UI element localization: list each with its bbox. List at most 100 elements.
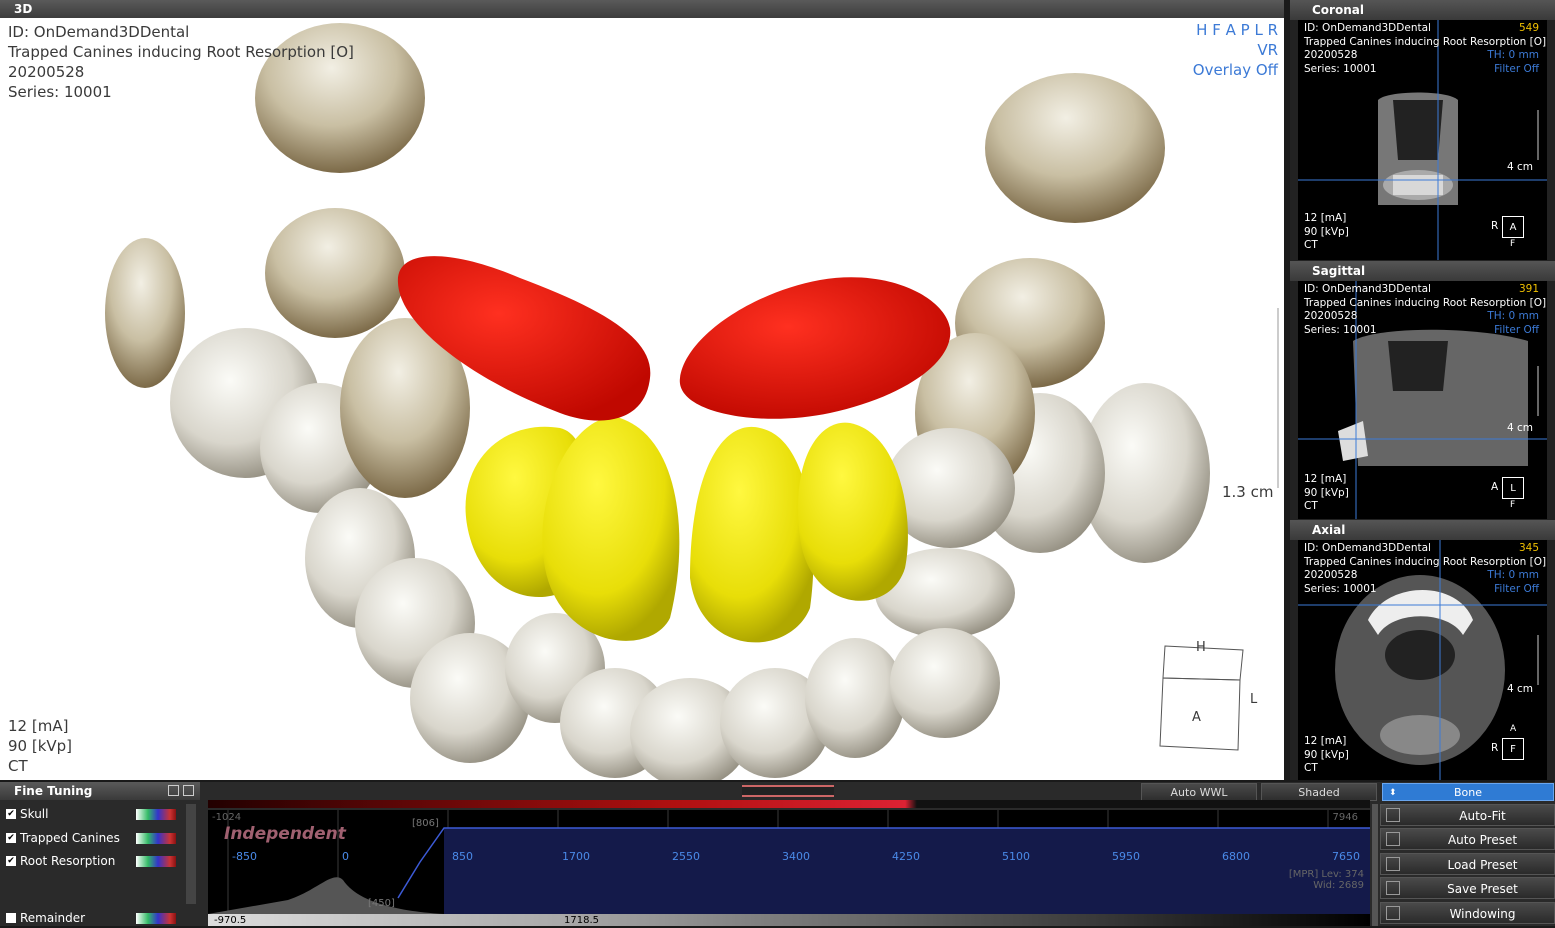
coronal-scale: 4 cm [1506, 161, 1533, 173]
sagittal-orient-left: A [1491, 481, 1499, 493]
color-map-swatch[interactable] [136, 856, 176, 867]
segment-row-trapped-canines[interactable]: ✔ Trapped Canines [0, 828, 184, 848]
study-description: Trapped Canines inducing Root Resorption… [8, 43, 354, 61]
overlay-top-left: ID: OnDemand3DDental Trapped Canines ind… [8, 22, 354, 102]
transfer-function-editor[interactable]: -1024 7946 Independent [806] [450] [MPR]… [208, 810, 1370, 914]
patient-id: ID: OnDemand3DDental [8, 23, 190, 41]
segment-row-skull[interactable]: ✔ Skull [0, 804, 184, 824]
color-ramp-bar[interactable] [208, 800, 1370, 808]
auto-preset-button[interactable]: Auto Preset [1380, 828, 1555, 850]
auto-fit-label: Auto-Fit [1459, 809, 1506, 823]
auto-preset-label: Auto Preset [1447, 833, 1518, 847]
upper-right-molar [985, 73, 1165, 223]
tf-scrollbar[interactable] [1372, 804, 1378, 926]
viewport-3d[interactable]: ID: OnDemand3DDental Trapped Canines ind… [0, 18, 1284, 780]
segment-label: Root Resorption [20, 854, 116, 868]
tf-min-label: -1024 [212, 812, 242, 823]
tf-mode-label: Independent [224, 824, 346, 844]
windowing-label: Windowing [1449, 907, 1516, 921]
mpr-readout: [MPR] Lev: 374 Wid: 2689 [1289, 869, 1364, 891]
render-mode[interactable]: VR [1193, 40, 1278, 60]
segment-list-scrollbar[interactable] [186, 804, 196, 904]
cube-right-label: L [1250, 692, 1258, 707]
coronal-ma: 12 [mA] [1304, 212, 1347, 224]
checkbox-icon[interactable]: ✔ [6, 856, 16, 866]
modality: CT [8, 757, 28, 775]
load-preset-label: Load Preset [1447, 858, 1518, 872]
mpr-level: [MPR] Lev: 374 [1288, 869, 1364, 880]
sagittal-view[interactable]: ID: OnDemand3DDental Trapped Canines ind… [1298, 281, 1547, 519]
left-fragment [105, 238, 185, 388]
save-icon[interactable] [168, 785, 179, 796]
load-preset-button[interactable]: Load Preset [1380, 853, 1555, 875]
sagittal-thickness[interactable]: TH: 0 mm [1487, 310, 1539, 324]
coronal-title: Coronal [1290, 0, 1555, 20]
shaded-button[interactable]: Shaded [1261, 783, 1377, 801]
axial-acq: 12 [mA] 90 [kVp] CT [1304, 735, 1349, 776]
viewport-3d-title: 3D [0, 0, 1284, 18]
tooth-lower-7 [890, 628, 1000, 738]
auto-preset-icon [1386, 832, 1400, 846]
ramp-left-value: -970.5 [214, 915, 247, 926]
axial-filter[interactable]: Filter Off [1487, 583, 1539, 597]
color-map-swatch[interactable] [136, 913, 176, 924]
axial-orient-box[interactable]: F [1502, 738, 1524, 760]
sagittal-orient-box[interactable]: L [1502, 477, 1524, 499]
axial-view[interactable]: ID: OnDemand3DDental Trapped Canines ind… [1298, 540, 1547, 780]
ramp-mid-value: 1718.5 [564, 915, 599, 926]
coronal-slice-number: 549 [1518, 22, 1539, 34]
resorbed-incisor-3 [690, 426, 814, 643]
series-number: Series: 10001 [8, 83, 112, 101]
tf-tick-label: -850 [232, 850, 257, 863]
axial-ma: 12 [mA] [1304, 735, 1347, 747]
color-map-swatch[interactable] [136, 809, 176, 820]
segment-row-root-resorption[interactable]: ✔ Root Resorption [0, 851, 184, 871]
coronal-orient-box[interactable]: A [1502, 216, 1524, 238]
tf-tick-label: 5100 [1002, 850, 1030, 863]
axial-modality: CT [1304, 762, 1318, 774]
segment-row-remainder[interactable]: Remainder [0, 908, 184, 928]
tf-marker2-label: [450] [368, 898, 395, 909]
tube-current: 12 [mA] [8, 717, 69, 735]
preset-select[interactable]: ⬍ Bone [1382, 783, 1554, 801]
coronal-view[interactable]: ID: OnDemand3DDental Trapped Canines ind… [1298, 20, 1547, 260]
resorbed-incisor-4 [798, 422, 908, 601]
checkbox-icon[interactable]: ✔ [6, 809, 16, 819]
sagittal-title: Sagittal [1290, 261, 1555, 281]
tooth-left-2 [265, 208, 405, 338]
auto-fit-button[interactable]: Auto-Fit [1380, 804, 1555, 826]
tf-tick-label: 2550 [672, 850, 700, 863]
auto-wwl-button[interactable]: Auto WWL [1141, 783, 1257, 801]
color-map-swatch[interactable] [136, 833, 176, 844]
axial-slice-number: 345 [1518, 542, 1539, 554]
checkbox-icon[interactable]: ✔ [6, 833, 16, 843]
axial-thickness[interactable]: TH: 0 mm [1487, 569, 1539, 583]
save-preset-button[interactable]: Save Preset [1380, 877, 1555, 899]
dental-volume-render [105, 23, 1279, 780]
coronal-orient-bottom: F [1510, 239, 1516, 249]
sagittal-modality: CT [1304, 500, 1318, 512]
tf-max-label: 7946 [1332, 812, 1358, 823]
save-preset-label: Save Preset [1447, 882, 1518, 896]
windowing-button[interactable]: Windowing [1380, 902, 1555, 924]
segment-label: Trapped Canines [20, 831, 120, 845]
coronal-kvp: 90 [kVp] [1304, 225, 1349, 238]
trapped-canine-right [679, 277, 951, 419]
coronal-info-right: 549 TH: 0 mm Filter Off [1487, 22, 1539, 76]
save-preset-icon [1386, 881, 1400, 895]
orientation-labels[interactable]: H F A P L R [1193, 20, 1278, 40]
tube-voltage: 90 [kVp] [8, 737, 73, 755]
checkbox-icon[interactable] [6, 913, 16, 923]
scale-label: 1.3 cm [1222, 483, 1274, 501]
tf-tick-label: 4250 [892, 850, 920, 863]
sagittal-filter[interactable]: Filter Off [1487, 324, 1539, 338]
sagittal-info-right: 391 TH: 0 mm Filter Off [1487, 283, 1539, 337]
coronal-filter[interactable]: Filter Off [1487, 63, 1539, 77]
sagittal-acq: 12 [mA] 90 [kVp] CT [1304, 473, 1349, 514]
folder-icon[interactable] [183, 785, 194, 796]
panel-splitter-handle[interactable] [742, 785, 834, 797]
grayscale-ramp[interactable] [208, 914, 1370, 926]
overlay-toggle[interactable]: Overlay Off [1193, 60, 1278, 80]
mpr-width: Wid: 2689 [1313, 880, 1364, 891]
coronal-thickness[interactable]: TH: 0 mm [1487, 49, 1539, 63]
